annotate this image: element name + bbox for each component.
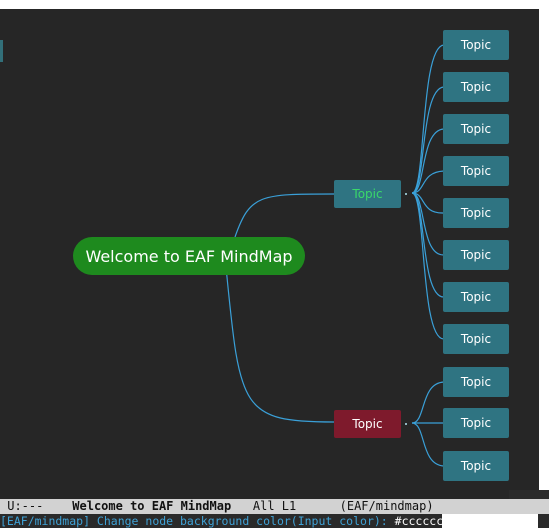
root-node-label: Welcome to EAF MindMap	[85, 246, 293, 266]
leaf-node-9[interactable]: Topic	[443, 367, 509, 397]
leaf-node-3[interactable]: Topic	[443, 114, 509, 144]
right-window-corner	[509, 490, 549, 499]
leaf-node-8-label: Topic	[460, 332, 492, 346]
leaf-node-10-label: Topic	[460, 416, 492, 430]
branch-node-1[interactable]: Topic	[334, 180, 401, 208]
leaf-node-1[interactable]: Topic	[443, 30, 509, 60]
leaf-node-11[interactable]: Topic	[443, 451, 509, 481]
leaf-node-5[interactable]: Topic	[443, 198, 509, 228]
minibuffer-input[interactable]: #cccccc	[395, 514, 443, 528]
leaf-node-1-label: Topic	[460, 38, 492, 52]
mindmap-canvas[interactable]: Welcome to EAF MindMap Topic Topic Topic…	[0, 9, 539, 499]
minibuffer-prompt: [EAF/mindmap] Change node background col…	[0, 514, 395, 528]
leaf-node-5-label: Topic	[460, 206, 492, 220]
minibuffer-highlight	[442, 514, 538, 528]
branch-1-connector-dot	[405, 193, 407, 195]
leaf-node-4-label: Topic	[460, 164, 492, 178]
branch-node-2-label: Topic	[352, 417, 383, 431]
leaf-node-11-label: Topic	[460, 459, 492, 473]
root-node[interactable]: Welcome to EAF MindMap	[73, 237, 305, 275]
branch-node-2[interactable]: Topic	[334, 410, 401, 438]
link-branch2-leaf9	[411, 381, 445, 424]
leaf-node-7[interactable]: Topic	[443, 282, 509, 312]
leaf-node-9-label: Topic	[460, 375, 492, 389]
leaf-node-2[interactable]: Topic	[443, 72, 509, 102]
window-top-strip	[0, 0, 549, 9]
modeline-position: All L1	[252, 499, 297, 513]
branch-node-1-label: Topic	[352, 187, 383, 201]
leaf-node-6-label: Topic	[460, 248, 492, 262]
leaf-node-6[interactable]: Topic	[443, 240, 509, 270]
right-window-fringe	[539, 9, 549, 490]
minibuffer[interactable]: [EAF/mindmap] Change node background col…	[0, 514, 549, 528]
branch-2-connector-dot	[405, 423, 407, 425]
leaf-node-7-label: Topic	[460, 290, 492, 304]
leaf-node-2-label: Topic	[460, 80, 492, 94]
modeline-major-mode[interactable]: (EAF/mindmap)	[340, 499, 434, 513]
left-fringe-marker	[0, 40, 3, 62]
link-branch2-leaf11	[411, 422, 445, 467]
link-root-branch2	[225, 266, 335, 423]
modeline-buffer-name[interactable]: Welcome to EAF MindMap	[72, 499, 231, 513]
link-root-branch1	[234, 193, 335, 238]
modeline-status: U:---	[7, 499, 44, 513]
leaf-node-3-label: Topic	[460, 122, 492, 136]
link-branch1-leaf8	[411, 192, 445, 340]
mode-line: U:--- Welcome to EAF MindMap All L1 (EAF…	[0, 499, 549, 514]
leaf-node-8[interactable]: Topic	[443, 324, 509, 354]
leaf-node-4[interactable]: Topic	[443, 156, 509, 186]
leaf-node-10[interactable]: Topic	[443, 408, 509, 438]
